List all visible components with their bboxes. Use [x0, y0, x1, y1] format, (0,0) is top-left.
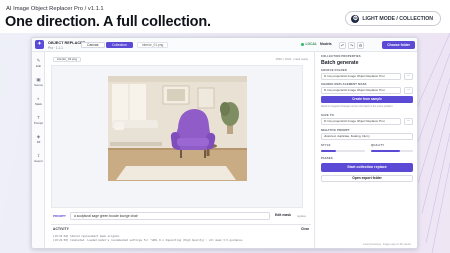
prompt-input[interactable]: a sculptural sage green boucle lounge ch… — [70, 212, 270, 220]
current-file: interior_01.png — [137, 42, 169, 48]
logo-icon: ✦ — [35, 40, 44, 49]
pencil-icon: ✎ — [36, 58, 41, 63]
rail-item-source[interactable]: ▣ Source — [32, 77, 45, 87]
save-folder-field[interactable]: D:\ms projects\AI Image Object Replacer … — [321, 118, 401, 125]
rail-item-mask[interactable]: ◐ Mask — [32, 96, 45, 106]
log-line: [10:22:05] Completed. Loaded model's rec… — [53, 239, 244, 242]
left-rail: ✎ Edit ▣ Source ◐ Mask T Prompt ◈ Fill ⇪… — [32, 52, 45, 248]
footer-note: Local processing · Images stay on this d… — [362, 243, 411, 246]
log-line: [10:22:04] Shared replacement mask align… — [53, 235, 121, 238]
redo-icon[interactable]: ↷ — [348, 41, 355, 49]
style-label: STYLE — [321, 144, 331, 147]
rail-item-label: Export — [34, 159, 43, 163]
rail-item-edit[interactable]: ✎ Edit — [32, 58, 45, 68]
source-label: SOURCE FOLDER — [321, 69, 347, 72]
image-stage[interactable] — [51, 65, 303, 208]
clear-button[interactable]: Clear — [301, 227, 309, 231]
status-badge: LOCAL — [301, 42, 317, 46]
hero-title: One direction. A full collection. — [5, 14, 211, 30]
settings-icon[interactable]: ⚙ — [357, 41, 364, 49]
create-from-sample-button[interactable]: Create from sample — [321, 96, 413, 103]
browse-source-button[interactable]: ··· — [404, 73, 413, 80]
edit-mask-button[interactable]: Edit mask — [275, 213, 291, 217]
prompt-row: PROMPT a sculptural sage green boucle lo… — [51, 212, 311, 221]
hero-subtitle: AI Image Object Replacer Pro / v1.1.1 — [6, 6, 104, 12]
status-dot-icon — [301, 42, 304, 46]
gear-icon: ⚙ — [351, 14, 360, 23]
export-icon: ⇪ — [36, 153, 41, 158]
quality-label: QUALITY — [371, 144, 385, 147]
models-menu[interactable]: Models — [320, 42, 332, 46]
panel-caption: COLLECTION PROPERTIES — [321, 55, 361, 58]
text-icon: T — [37, 115, 40, 120]
save-label: SAVE TO — [321, 114, 334, 117]
activity-title: ACTIVITY — [53, 227, 70, 231]
rail-item-label: Edit — [36, 64, 41, 68]
app-version: Pro · 1.1.1 — [48, 46, 63, 50]
collection-panel: COLLECTION PROPERTIES Batch generate SOU… — [314, 52, 417, 248]
rail-item-prompt[interactable]: T Prompt — [32, 115, 45, 125]
rail-item-label: Source — [34, 83, 43, 87]
mask-field[interactable]: D:\ms projects\AI Image Object Replacer … — [321, 87, 401, 94]
mask-icon: ◐ — [37, 96, 40, 101]
status-label: LOCAL — [305, 42, 317, 46]
app-name: OBJECT REPLACER — [48, 41, 86, 45]
canvas-info: 1536 × 1024 · mask ready — [275, 57, 308, 61]
quality-slider-fill — [371, 150, 401, 152]
undo-icon[interactable]: ↶ — [339, 41, 346, 49]
tab-collection[interactable]: Collection — [106, 42, 133, 48]
start-collection-button[interactable]: Start collection replace — [321, 163, 413, 172]
rail-item-label: Prompt — [33, 121, 43, 125]
rail-item-label: Mask — [35, 102, 42, 106]
bucket-icon: ◈ — [36, 134, 41, 139]
tab-canvas[interactable]: Canvas — [81, 42, 105, 48]
canvas-area: interior_01.png 1536 × 1024 · mask ready — [46, 52, 311, 248]
replace-link[interactable]: replace — [297, 214, 306, 218]
mode-badge-label: LIGHT MODE / COLLECTION — [362, 15, 433, 22]
choose-folder-button[interactable]: Choose folder — [382, 41, 415, 49]
passes-label: PASSES — [321, 157, 333, 160]
activity-log: ACTIVITY Clear [10:22:04] Shared replace… — [51, 224, 311, 248]
mask-label: SHARED REPLACEMENT MASK — [321, 83, 367, 86]
file-pill[interactable]: interior_01.png — [53, 57, 82, 62]
prompt-label: PROMPT — [53, 214, 66, 218]
mode-badge: ⚙ LIGHT MODE / COLLECTION — [345, 11, 441, 26]
style-slider[interactable] — [321, 150, 365, 152]
quality-slider[interactable] — [371, 150, 413, 152]
top-bar: ✦ OBJECT REPLACER Pro · 1.1.1 Canvas Col… — [32, 38, 417, 52]
rail-item-label: Fill — [36, 140, 41, 144]
image-icon: ▣ — [36, 77, 41, 82]
browse-mask-button[interactable]: ··· — [404, 87, 413, 94]
open-export-button[interactable]: Open export folder — [321, 175, 413, 182]
browse-save-button[interactable]: ··· — [404, 118, 413, 125]
panel-title: Batch generate — [321, 60, 359, 66]
style-slider-fill — [321, 150, 337, 152]
negative-label: NEGATIVE PROMPT — [321, 129, 350, 132]
rail-item-export[interactable]: ⇪ Export — [32, 153, 45, 163]
negative-prompt-field[interactable]: distorted, duplicate, floating, blurry — [321, 133, 413, 140]
source-folder-field[interactable]: D:\ms projects\AI Image Object Replacer … — [321, 73, 401, 80]
app-window: ✦ OBJECT REPLACER Pro · 1.1.1 Canvas Col… — [31, 37, 418, 249]
rail-item-fill[interactable]: ◈ Fill — [32, 134, 45, 144]
interior-photo[interactable] — [108, 76, 247, 181]
mask-hint: Mask for targeted changes across the bat… — [321, 105, 394, 108]
